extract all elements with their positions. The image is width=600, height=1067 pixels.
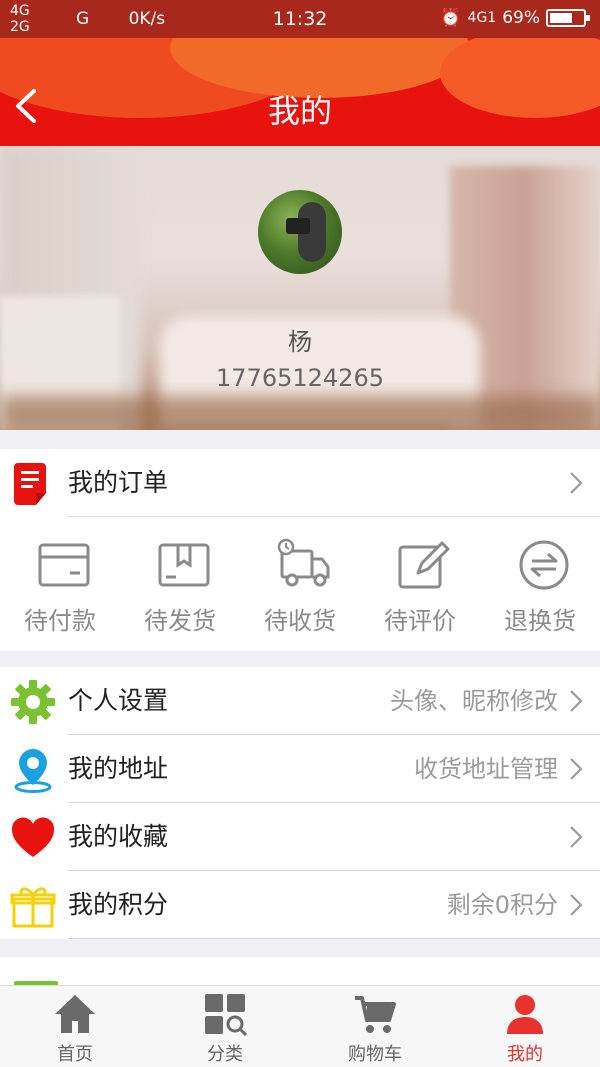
order-status-pending-payment[interactable]: 待付款 bbox=[0, 517, 120, 651]
chevron-right-icon bbox=[570, 690, 583, 712]
order-status-row: 待付款 待发货 待收货 待评价 退换货 bbox=[0, 517, 600, 651]
settings-card: 个人设置 头像、昵称修改 我的地址 收货地址管理 我的收藏 我的积分 剩余0积分 bbox=[0, 667, 600, 939]
nav-bar: 我的 bbox=[0, 38, 600, 146]
battery-text: 69% bbox=[502, 8, 540, 28]
user-name: 杨 bbox=[288, 328, 312, 356]
exchange-icon bbox=[519, 540, 569, 590]
avatar[interactable] bbox=[258, 190, 342, 274]
package-icon bbox=[158, 543, 210, 587]
page-title: 我的 bbox=[267, 92, 332, 130]
status-right: ⏰ 4G1 69% bbox=[440, 8, 590, 28]
tab-mine[interactable]: 我的 bbox=[450, 986, 600, 1067]
status-bar: 4G 2G G 0K/s 11:32 ⏰ 4G1 69% bbox=[0, 0, 600, 38]
order-status-label: 待发货 bbox=[144, 607, 216, 635]
gift-icon bbox=[10, 887, 56, 928]
tab-label: 购物车 bbox=[348, 1044, 402, 1065]
tab-cart[interactable]: 购物车 bbox=[300, 986, 450, 1067]
order-status-pending-receipt[interactable]: 待收货 bbox=[240, 517, 360, 651]
personal-settings-label: 个人设置 bbox=[68, 686, 169, 715]
my-address-label: 我的地址 bbox=[68, 754, 169, 783]
order-status-label: 退换货 bbox=[504, 607, 576, 635]
edit-icon bbox=[398, 541, 450, 589]
my-orders-row[interactable]: 我的订单 bbox=[0, 449, 600, 517]
chevron-right-icon bbox=[570, 894, 583, 916]
location-pin-icon bbox=[14, 749, 52, 793]
alarm-icon: ⏰ bbox=[440, 8, 462, 28]
tab-home[interactable]: 首页 bbox=[0, 986, 150, 1067]
wallet-icon bbox=[38, 543, 90, 587]
my-favorites-label: 我的收藏 bbox=[68, 822, 169, 851]
tab-label: 首页 bbox=[57, 1044, 93, 1065]
orders-card: 我的订单 待付款 待发货 待收货 待评价 退换货 bbox=[0, 449, 600, 651]
tab-category[interactable]: 分类 bbox=[150, 986, 300, 1067]
home-icon bbox=[55, 995, 95, 1033]
my-address-hint: 收货地址管理 bbox=[414, 755, 558, 783]
my-points-row[interactable]: 我的积分 剩余0积分 bbox=[0, 871, 600, 939]
battery-icon bbox=[546, 9, 590, 27]
chevron-right-icon bbox=[570, 758, 583, 780]
my-points-label: 我的积分 bbox=[68, 890, 169, 919]
cart-icon bbox=[355, 996, 396, 1033]
personal-settings-row[interactable]: 个人设置 头像、昵称修改 bbox=[0, 667, 600, 735]
order-status-pending-shipment[interactable]: 待发货 bbox=[120, 517, 240, 651]
tab-label: 我的 bbox=[507, 1044, 543, 1065]
order-status-return-exchange[interactable]: 退换货 bbox=[480, 517, 600, 651]
category-icon bbox=[205, 994, 247, 1036]
my-favorites-row[interactable]: 我的收藏 bbox=[0, 803, 600, 871]
chevron-right-icon bbox=[570, 472, 583, 494]
my-orders-label: 我的订单 bbox=[68, 468, 169, 497]
tab-bar: 首页 分类 购物车 我的 bbox=[0, 985, 600, 1067]
heart-icon bbox=[11, 817, 55, 857]
order-status-pending-review[interactable]: 待评价 bbox=[360, 517, 480, 651]
gear-icon bbox=[11, 680, 55, 724]
user-phone: 17765124265 bbox=[216, 364, 384, 392]
my-address-row[interactable]: 我的地址 收货地址管理 bbox=[0, 735, 600, 803]
order-status-label: 待付款 bbox=[24, 607, 96, 635]
order-list-icon bbox=[14, 463, 46, 505]
user-icon bbox=[507, 995, 543, 1034]
battery-level bbox=[550, 13, 572, 23]
order-status-label: 待评价 bbox=[384, 607, 456, 635]
personal-settings-hint: 头像、昵称修改 bbox=[390, 687, 558, 715]
order-status-label: 待收货 bbox=[264, 607, 336, 635]
my-points-hint: 剩余0积分 bbox=[446, 891, 558, 919]
chevron-right-icon bbox=[570, 826, 583, 848]
network-right: 4G1 bbox=[467, 10, 497, 26]
truck-icon bbox=[277, 538, 330, 587]
tab-label: 分类 bbox=[207, 1044, 243, 1065]
profile-header: 杨 17765124265 bbox=[0, 146, 600, 430]
